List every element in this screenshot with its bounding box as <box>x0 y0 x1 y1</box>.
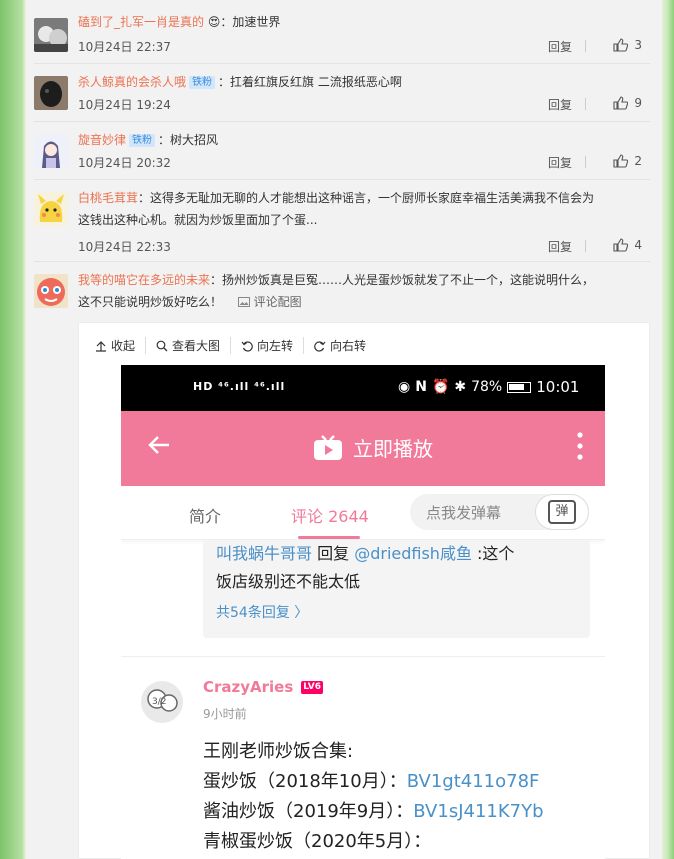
commenter-info: CrazyAries LV6 <box>203 678 324 696</box>
thumb-up-icon <box>613 38 629 52</box>
comment-username[interactable]: 我等的喵它在多远的未来 <box>78 273 210 287</box>
reply-button[interactable]: 回复 <box>548 38 572 55</box>
comment-time: 10月24日 20:32 <box>78 156 171 170</box>
svg-text:3/2: 3/2 <box>152 697 166 707</box>
like-count: 3 <box>634 38 642 52</box>
rotate-left-button[interactable]: 向左转 <box>231 337 305 354</box>
more-vertical-icon[interactable] <box>577 431 583 461</box>
comment-item: 白桃毛茸茸：这得多无耻加无聊的人才能想出这种谣言，一个厨师长家庭幸福生活美满我不… <box>34 180 650 262</box>
comment-item: 旋音妙律 铁粉 ：树大招风 10月24日 20:32 回复 2 <box>34 122 650 180</box>
comment-text: 旋音妙律 铁粉 ：树大招风 <box>78 133 219 147</box>
fan-badge: 铁粉 <box>189 76 216 89</box>
comment-text: 白桃毛茸茸：这得多无耻加无聊的人才能想出这种谣言，一个厨师长家庭幸福生活美满我不… <box>78 191 595 205</box>
sub-reply-user[interactable]: 叫我蜗牛哥哥 <box>216 544 312 563</box>
sub-reply-box: 叫我蜗牛哥哥 回复 @driedfish咸鱼 :这个 饭店级别还不能太低 共54… <box>203 540 590 638</box>
reply-button[interactable]: 回复 <box>548 96 572 113</box>
tv-icon <box>314 434 342 460</box>
tab-intro[interactable]: 简介 <box>189 503 221 527</box>
avatar[interactable] <box>34 18 68 52</box>
commenter-name[interactable]: CrazyAries <box>203 678 293 696</box>
thumb-up-icon <box>613 238 629 252</box>
like-count: 4 <box>634 238 642 252</box>
avatar[interactable] <box>34 274 68 308</box>
danmaku-input[interactable]: 点我发弹幕 弹 <box>410 494 589 530</box>
video-tabs: 简介 评论 2644 点我发弹幕 弹 <box>121 486 605 540</box>
comment-time: 10月24日 22:37 <box>78 40 171 54</box>
like-button[interactable]: 4 <box>613 238 642 252</box>
rotate-right-button[interactable]: 向右转 <box>304 337 376 354</box>
divider <box>585 98 586 110</box>
sub-reply-text: 饭店级别还不能太低 <box>216 572 361 591</box>
comment-username[interactable]: 杀人鲸真的会杀人哦 <box>78 75 186 89</box>
thumb-up-icon <box>613 154 629 168</box>
comment-time: 10月24日 19:24 <box>78 98 171 112</box>
comment-text-cont: 这钱出这种心机。就因为炒饭里面加了个蛋... <box>78 213 318 227</box>
rotate-right-icon <box>314 340 326 352</box>
app-bar: 立即播放 <box>121 411 605 486</box>
level-badge: LV6 <box>301 680 324 694</box>
comment-picture-link[interactable]: 评论配图 <box>237 295 302 309</box>
comment-username[interactable]: 白桃毛茸茸 <box>78 191 138 205</box>
emoji-icon: 😍 <box>207 15 221 29</box>
like-button[interactable]: 2 <box>613 154 642 168</box>
avatar[interactable]: 3/2 <box>141 681 183 723</box>
signal-indicators: HD ⁴⁶.ıll ⁴⁶.ıll <box>193 380 286 393</box>
danmaku-icon: 弹 <box>548 500 576 524</box>
comment-item: 杀人鲸真的会杀人哦 铁粉 ：扛着红旗反红旗 二流报纸恶心啊 10月24日 19:24… <box>34 64 650 122</box>
alarm-icon: ⏰ <box>431 379 450 395</box>
collapse-up-icon <box>96 340 106 352</box>
tab-comments[interactable]: 评论 2644 <box>291 503 369 527</box>
like-count: 2 <box>634 154 642 168</box>
fan-badge: 铁粉 <box>129 134 156 147</box>
avatar[interactable] <box>34 192 68 226</box>
nfc-icon: N <box>415 379 427 395</box>
reply-button[interactable]: 回复 <box>548 154 572 171</box>
battery-icon <box>507 381 532 393</box>
divider <box>121 656 605 657</box>
divider <box>585 40 586 52</box>
comment-body: 王刚老师炒饭合集: 蛋炒饭（2018年10月）：BV1gt411o78F 酱油炒… <box>203 741 544 852</box>
clock: 10:01 <box>536 378 580 396</box>
rotate-left-icon <box>241 340 253 352</box>
comment-username[interactable]: 磕到了_扎军一肖是真的 <box>78 15 204 29</box>
more-replies-link[interactable]: 共54条回复 〉 <box>216 602 308 622</box>
comment-time: 10月24日 22:33 <box>78 240 171 254</box>
like-count: 9 <box>634 96 642 110</box>
viewer-toolbar: 收起 查看大图 向左转 向右转 <box>93 337 376 354</box>
view-large-button[interactable]: 查看大图 <box>146 337 232 354</box>
like-button[interactable]: 3 <box>613 38 642 52</box>
image-viewer: 收起 查看大图 向左转 向右转 HD ⁴⁶.ıll ⁴⁶.ıll ◉ N ⏰ ✱… <box>78 322 650 859</box>
divider <box>585 156 586 168</box>
search-icon <box>156 340 168 351</box>
bluetooth-icon: ✱ <box>454 379 467 395</box>
comment-text: 杀人鲸真的会杀人哦 铁粉 ：扛着红旗反红旗 二流报纸恶心啊 <box>78 75 402 89</box>
comment-time: 9小时前 <box>203 707 247 721</box>
thumb-up-icon <box>613 96 629 110</box>
bv-link[interactable]: BV1gt411o78F <box>407 771 540 792</box>
comment-username[interactable]: 旋音妙律 <box>78 133 126 147</box>
comment-feed: 磕到了_扎军一肖是真的 😍：加速世界 10月24日 22:37 回复 3 杀人鲸… <box>26 0 662 859</box>
reply-button[interactable]: 回复 <box>548 238 572 255</box>
divider <box>585 240 586 252</box>
avatar[interactable] <box>34 76 68 110</box>
collapse-button[interactable]: 收起 <box>93 337 147 354</box>
comment-text: 我等的喵它在多远的未来：扬州炒饭真是巨冤……人光是蛋炒饭就发了不止一个，这能说明… <box>78 273 595 287</box>
avatar[interactable] <box>34 134 68 168</box>
eye-icon: ◉ <box>398 379 411 395</box>
phone-status-bar: HD ⁴⁶.ıll ⁴⁶.ıll ◉ N ⏰ ✱ 78% 10:01 <box>121 365 605 411</box>
comment-text-cont: 这不只能说明炒饭好吃么！ 评论配图 <box>78 295 302 309</box>
danmaku-toggle-button[interactable]: 弹 <box>535 494 589 530</box>
sub-reply-line: 叫我蜗牛哥哥 回复 @driedfish咸鱼 :这个 <box>216 544 515 563</box>
image-icon <box>237 297 250 307</box>
comment-item: 磕到了_扎军一肖是真的 😍：加速世界 10月24日 22:37 回复 3 <box>34 0 650 64</box>
back-arrow-icon[interactable] <box>147 433 171 464</box>
comment-text: 磕到了_扎军一肖是真的 😍：加速世界 <box>78 15 281 29</box>
play-now-button[interactable]: 立即播放 <box>313 433 433 462</box>
battery-percent: 78% <box>471 379 503 395</box>
sub-reply-target[interactable]: @driedfish咸鱼 <box>354 544 472 563</box>
like-button[interactable]: 9 <box>613 96 642 110</box>
bv-link[interactable]: BV1sJ411K7Yb <box>413 801 543 822</box>
comment-picture[interactable]: HD ⁴⁶.ıll ⁴⁶.ıll ◉ N ⏰ ✱ 78% 10:01 立即播放 … <box>121 365 605 859</box>
tab-indicator <box>298 536 360 539</box>
